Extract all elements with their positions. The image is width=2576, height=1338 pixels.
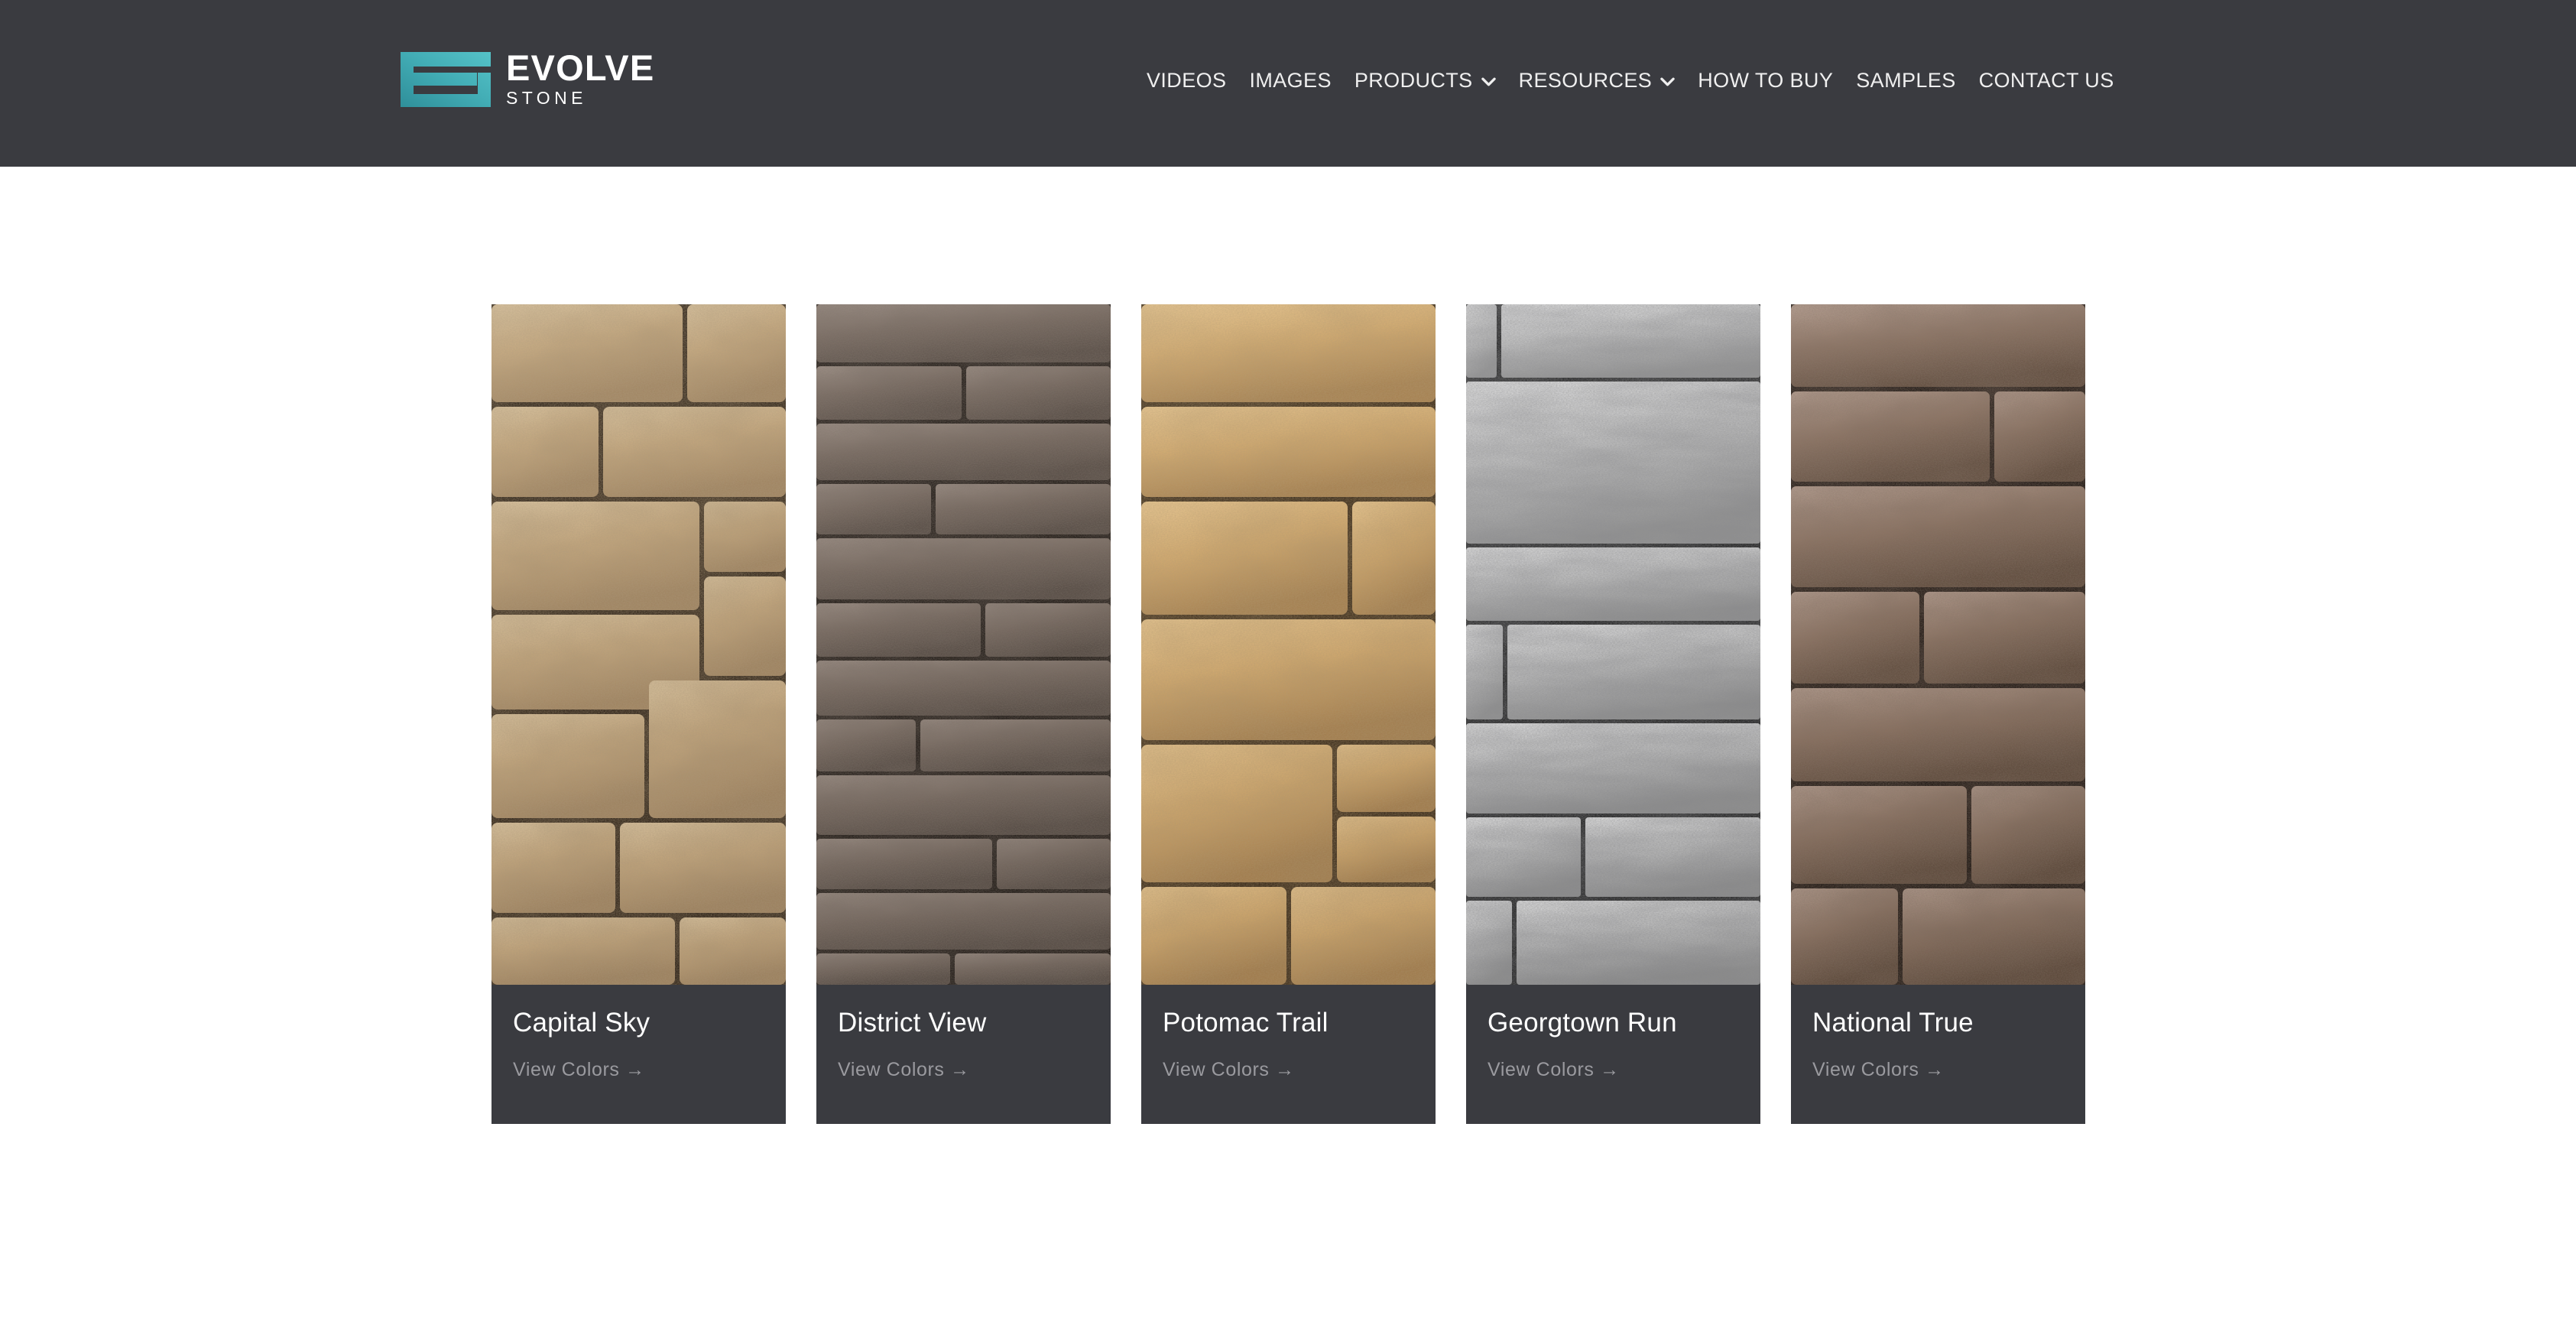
card-caption: National True View Colors → — [1791, 985, 2085, 1124]
view-colors-link[interactable]: View Colors → — [1488, 1060, 1739, 1080]
nav-item-samples[interactable]: SAMPLES — [1844, 70, 1967, 91]
product-card-district-view[interactable]: District View View Colors → — [816, 304, 1111, 1124]
nav-item-videos[interactable]: VIDEOS — [1135, 70, 1238, 91]
view-colors-link[interactable]: View Colors → — [838, 1060, 1089, 1080]
nav-item-label: HOW TO BUY — [1698, 69, 1834, 92]
card-title: District View — [838, 1008, 987, 1038]
view-colors-link[interactable]: View Colors → — [513, 1060, 764, 1080]
card-title: Capital Sky — [513, 1008, 650, 1038]
nav-item-images[interactable]: IMAGES — [1238, 70, 1342, 91]
card-caption: Potomac Trail View Colors → — [1141, 985, 1436, 1124]
stone-texture-georgtown-run — [1466, 304, 1760, 985]
stone-texture-capital-sky — [492, 304, 786, 985]
nav-item-label: CONTACT US — [1978, 69, 2114, 92]
card-caption: Georgtown Run View Colors → — [1466, 985, 1760, 1124]
nav-item-how-to-buy[interactable]: HOW TO BUY — [1686, 70, 1844, 91]
evolve-stone-monogram-icon — [401, 52, 491, 108]
view-colors-link[interactable]: View Colors → — [1812, 1060, 2064, 1080]
nav-item-label: IMAGES — [1249, 69, 1332, 92]
nav-item-products[interactable]: PRODUCTS — [1343, 70, 1507, 91]
stone-texture-district-view — [816, 304, 1111, 985]
nav-item-label: SAMPLES — [1856, 69, 1956, 92]
card-caption: Capital Sky View Colors → — [492, 985, 786, 1124]
stone-texture-national-true — [1791, 304, 2085, 985]
brand-subname: STONE — [506, 88, 587, 109]
product-card-national-true[interactable]: National True View Colors → — [1791, 304, 2085, 1124]
site-header: EVOLVE STONE VIDEOS IMAGES PRODUCTS RESO… — [0, 0, 2576, 167]
brand-name: EVOLVE — [506, 47, 655, 88]
card-title: Potomac Trail — [1163, 1008, 1329, 1038]
main-navigation: VIDEOS IMAGES PRODUCTS RESOURCES HOW TO … — [1135, 70, 2126, 91]
card-title: Georgtown Run — [1488, 1008, 1677, 1038]
product-card-georgtown-run[interactable]: Georgtown Run View Colors → — [1466, 304, 1760, 1124]
nav-item-resources[interactable]: RESOURCES — [1507, 70, 1687, 91]
nav-item-contact-us[interactable]: CONTACT US — [1968, 70, 2126, 91]
brand-wordmark: EVOLVE STONE — [506, 50, 654, 109]
card-title: National True — [1812, 1008, 1974, 1038]
product-card-capital-sky[interactable]: Capital Sky View Colors → — [492, 304, 786, 1124]
brand-logo-link[interactable]: EVOLVE STONE — [401, 50, 654, 109]
product-card-grid: Capital Sky View Colors → District View … — [492, 304, 2085, 1124]
stone-texture-potomac-trail — [1141, 304, 1436, 985]
nav-item-label: VIDEOS — [1147, 69, 1227, 92]
product-card-potomac-trail[interactable]: Potomac Trail View Colors → — [1141, 304, 1436, 1124]
card-caption: District View View Colors → — [816, 985, 1111, 1124]
chevron-down-icon — [1481, 77, 1496, 86]
nav-item-label: RESOURCES — [1518, 69, 1653, 92]
nav-item-label: PRODUCTS — [1354, 69, 1473, 92]
chevron-down-icon — [1660, 77, 1675, 86]
view-colors-link[interactable]: View Colors → — [1163, 1060, 1414, 1080]
